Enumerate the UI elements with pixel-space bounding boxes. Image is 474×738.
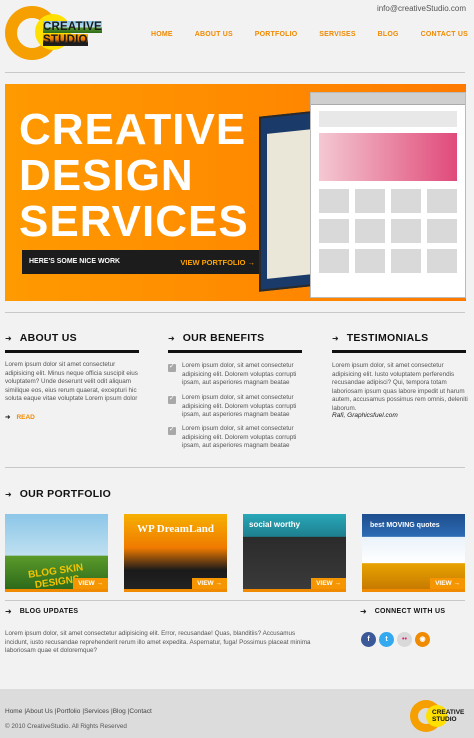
hero-banner: CREATIVE DESIGN SERVICES HERE'S SOME NIC… bbox=[5, 84, 466, 301]
nav-portfolio[interactable]: PORTFOLIO bbox=[255, 31, 298, 38]
connect-title: CONNECT WITH US bbox=[374, 608, 446, 615]
banner-screenshot-front bbox=[310, 92, 466, 298]
arrow-right-icon: ➜ bbox=[5, 607, 12, 616]
about-title: ABOUT US bbox=[19, 332, 77, 344]
arrow-right-icon: ➜ bbox=[168, 333, 175, 343]
view-button[interactable]: VIEW → bbox=[311, 578, 346, 589]
nav-about-us[interactable]: ABOUT US bbox=[195, 31, 233, 38]
logo-text-line1: CREATIVE bbox=[43, 21, 102, 33]
flickr-icon[interactable]: •• bbox=[397, 632, 412, 647]
contact-email-link[interactable]: info@creativeStudio.com bbox=[377, 4, 466, 13]
check-icon bbox=[168, 394, 176, 404]
logo[interactable]: CREATIVE STUDIO bbox=[5, 6, 105, 62]
footer-link-about[interactable]: About Us bbox=[26, 708, 53, 715]
footer-logo[interactable]: CREATIVE STUDIO bbox=[410, 700, 466, 734]
view-button[interactable]: VIEW → bbox=[430, 578, 465, 589]
portfolio-item[interactable]: social worthy VIEW → bbox=[243, 514, 346, 592]
connect-heading: ➜ CONNECT WITH US bbox=[360, 607, 445, 616]
section-underline bbox=[168, 350, 302, 353]
divider bbox=[5, 72, 465, 73]
footer-link-blog[interactable]: Blog bbox=[113, 708, 126, 715]
about-text: Lorem ipsum dolor sit amet consectetur a… bbox=[5, 361, 138, 403]
nav-blog[interactable]: BLOG bbox=[378, 31, 399, 38]
footer-link-portfolio[interactable]: Portfolio bbox=[57, 708, 81, 715]
benefit-item: Lorem ipsum dolor, sit amet consectetur … bbox=[182, 394, 297, 419]
testimonial-text: Lorem ipsum dolor, sit amet consectetur … bbox=[332, 362, 468, 412]
portfolio-heading: ➜ OUR PORTFOLIO bbox=[5, 488, 111, 500]
divider bbox=[5, 600, 465, 601]
twitter-icon[interactable]: t bbox=[379, 632, 394, 647]
section-underline bbox=[5, 350, 139, 353]
arrow-right-icon: ➜ bbox=[5, 333, 12, 343]
nav-services[interactable]: SERVISES bbox=[319, 31, 356, 38]
benefits-heading: ➜ OUR BENEFITS bbox=[168, 332, 264, 344]
copyright: © 2010 CreativeStudio. All Rights Reserv… bbox=[5, 723, 127, 730]
rss-icon[interactable]: ◉ bbox=[415, 632, 430, 647]
portfolio-caption: social worthy bbox=[249, 520, 301, 529]
footer-link-home[interactable]: Home bbox=[5, 708, 22, 715]
divider bbox=[5, 312, 465, 313]
arrow-right-icon: ➜ bbox=[5, 489, 12, 499]
banner-cta-strip: HERE'S SOME NICE WORK VIEW PORTFOLIO → bbox=[22, 250, 263, 274]
footer-logo-line2: STUDIO bbox=[432, 716, 457, 723]
blog-heading: ➜ BLOG UPDATES bbox=[5, 607, 78, 616]
portfolio-caption: WP DreamLand bbox=[136, 523, 215, 535]
arrow-right-icon: ➜ bbox=[332, 333, 339, 343]
blog-text: Lorem ipsum dolor, sit amet consectetur … bbox=[5, 630, 311, 655]
banner-title-line1: CREATIVE bbox=[19, 105, 247, 154]
read-more-link[interactable]: ➜ READ bbox=[5, 413, 35, 421]
view-portfolio-link[interactable]: VIEW PORTFOLIO → bbox=[180, 258, 255, 267]
arrow-right-icon: ➜ bbox=[5, 414, 11, 421]
section-underline bbox=[332, 350, 466, 353]
check-icon bbox=[168, 425, 176, 435]
check-icon bbox=[168, 362, 176, 372]
benefit-item: Lorem ipsum dolor, sit amet consectetur … bbox=[182, 425, 297, 450]
nav-contact-us[interactable]: CONTACT US bbox=[421, 31, 468, 38]
footer-link-services[interactable]: Services bbox=[84, 708, 109, 715]
testimonials-heading: ➜ TESTIMONIALS bbox=[332, 332, 428, 344]
view-button[interactable]: VIEW → bbox=[192, 578, 227, 589]
main-nav: HOME ABOUT US PORTFOLIO SERVISES BLOG CO… bbox=[151, 31, 468, 38]
divider bbox=[5, 467, 465, 468]
portfolio-item[interactable]: BLOG SKIN DESIGNS VIEW → bbox=[5, 514, 108, 592]
about-heading: ➜ ABOUT US bbox=[5, 332, 77, 344]
testimonials-title: TESTIMONIALS bbox=[346, 332, 429, 344]
logo-text-line2: STUDIO bbox=[43, 34, 88, 46]
footer-logo-line1: CREATIVE bbox=[432, 709, 465, 716]
footer-links: Home |About Us |Portfolio |Services |Blog |Co… bbox=[5, 708, 152, 715]
banner-tagline: HERE'S SOME NICE WORK bbox=[29, 258, 121, 265]
blog-title: BLOG UPDATES bbox=[19, 608, 79, 615]
benefits-title: OUR BENEFITS bbox=[182, 332, 265, 344]
benefit-item: Lorem ipsum dolor, sit amet consectetur … bbox=[182, 362, 297, 387]
nav-home[interactable]: HOME bbox=[151, 31, 173, 38]
footer-link-contact[interactable]: Contact bbox=[129, 708, 151, 715]
banner-title-line2: DESIGN bbox=[19, 151, 194, 200]
portfolio-caption: best MOVING quotes bbox=[370, 522, 440, 529]
facebook-icon[interactable]: f bbox=[361, 632, 376, 647]
testimonial-author: Rafi, Graphicsfuel.com bbox=[332, 412, 398, 419]
view-button[interactable]: VIEW → bbox=[73, 578, 108, 589]
banner-title-line3: SERVICES bbox=[19, 197, 249, 246]
portfolio-item[interactable]: WP DreamLand VIEW → bbox=[124, 514, 227, 592]
portfolio-item[interactable]: best MOVING quotes VIEW → bbox=[362, 514, 465, 592]
portfolio-title: OUR PORTFOLIO bbox=[19, 488, 112, 500]
arrow-right-icon: ➜ bbox=[360, 607, 367, 616]
